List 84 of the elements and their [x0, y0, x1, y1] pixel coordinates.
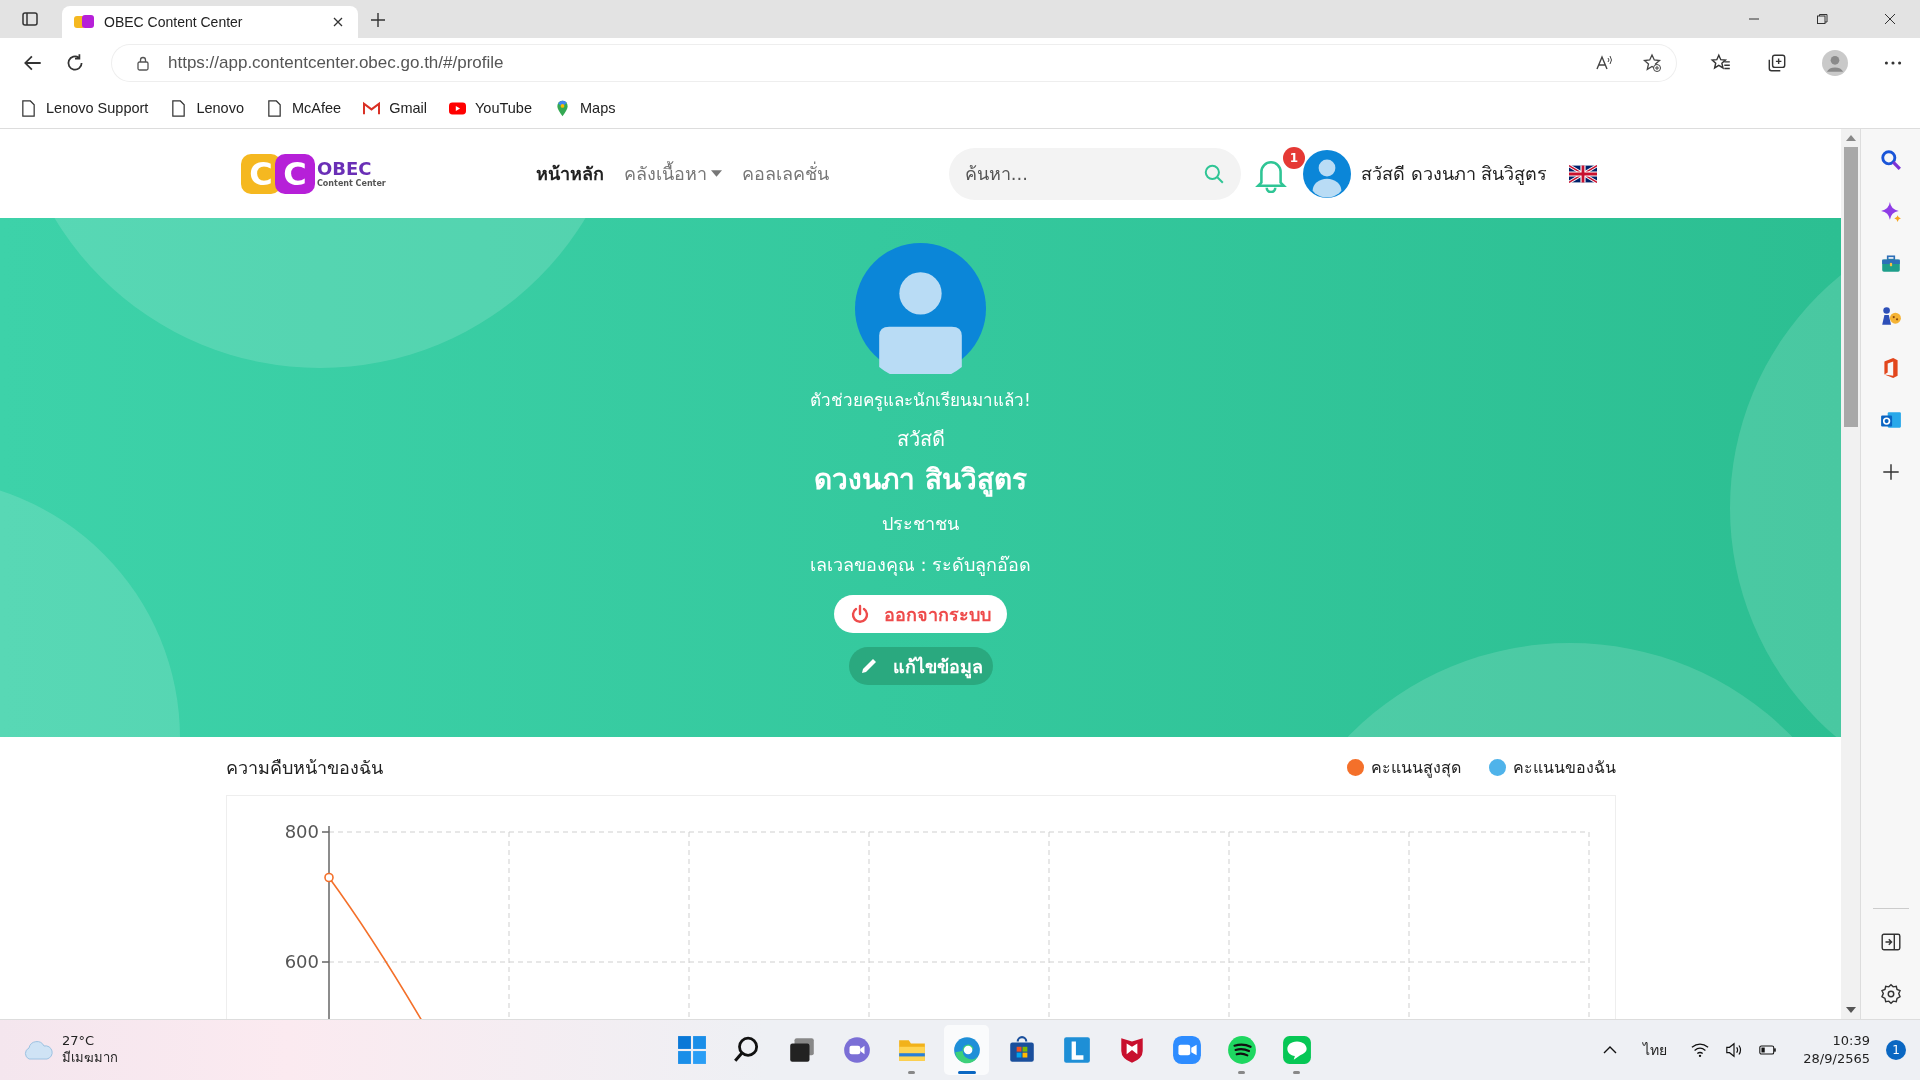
weather-condition: มีเมฆมาก	[62, 1050, 118, 1067]
windows-start-icon	[676, 1035, 707, 1065]
restore-icon[interactable]	[1816, 13, 1828, 25]
clock[interactable]: 10:39 28/9/2565	[1803, 1031, 1870, 1069]
scrollbar[interactable]	[1841, 129, 1861, 1019]
bookmark[interactable]: Maps	[554, 99, 616, 117]
weather-widget[interactable]: 27°C มีเมฆมาก	[22, 1033, 522, 1067]
logo-tagline: Content Center	[317, 179, 386, 188]
hello-text: สวัสดี	[896, 426, 945, 453]
add-favorite-icon[interactable]	[1642, 53, 1662, 73]
app-indicator	[908, 1071, 915, 1074]
cloud-icon	[22, 1039, 54, 1061]
video-chat-icon	[841, 1035, 872, 1065]
battery-icon[interactable]	[1759, 1042, 1778, 1058]
browser-icon	[951, 1035, 982, 1065]
tab-title: OBEC Content Center	[104, 14, 244, 30]
address-bar[interactable]: https://app.contentcenter.obec.go.th/#/profile	[112, 45, 1676, 81]
user-name: ดวงนภา สินวิสูตร	[814, 462, 1027, 499]
user-greeting[interactable]: สวัสดี ดวงนภา สินวิสูตร	[1360, 159, 1548, 188]
wifi-icon[interactable]	[1691, 1042, 1710, 1058]
page-icon	[170, 99, 188, 117]
tagline: ตัวช่วยครูและนักเรียนมาแล้ว!	[810, 389, 1031, 413]
sparkle-icon[interactable]	[1879, 201, 1902, 223]
close-window-icon[interactable]	[1884, 13, 1896, 25]
new-tab-icon[interactable]	[370, 12, 386, 28]
search-field[interactable]: ค้นหา...	[948, 147, 1241, 200]
logo-letter: C	[275, 153, 315, 194]
volume-icon[interactable]	[1725, 1042, 1744, 1058]
page-icon	[20, 99, 37, 117]
nav-link[interactable]: หน้าหลัก	[535, 159, 604, 188]
temperature: 27°C	[62, 1033, 96, 1050]
browser-tab[interactable]: OBEC Content Center	[62, 6, 358, 38]
time-text: 10:39	[1832, 1031, 1870, 1050]
page-icon	[265, 99, 283, 117]
axis-tick-label: 800	[284, 821, 319, 842]
caret-icon	[710, 170, 722, 177]
app-indicator	[1293, 1071, 1300, 1074]
hide-sidebar-icon[interactable]	[1879, 931, 1902, 953]
mail-icon	[363, 99, 381, 117]
legend-label: คะแนนของฉัน	[1513, 756, 1616, 779]
search-icon[interactable]	[1879, 149, 1902, 171]
profile-icon[interactable]	[1822, 50, 1848, 76]
url-text: https://app.contentcenter.obec.go.th/#/profile	[168, 53, 504, 73]
video-camera-icon	[1171, 1035, 1202, 1065]
game-controller-icon[interactable]	[1879, 305, 1902, 327]
collections-icon[interactable]	[1766, 52, 1788, 74]
tab-actions-icon[interactable]	[20, 9, 40, 29]
site-favicon-icon	[74, 15, 94, 29]
mail-app-icon[interactable]	[1879, 409, 1902, 431]
map-pin-icon	[554, 99, 571, 117]
axis-tick-label: 600	[284, 951, 319, 972]
avatar-icon	[855, 243, 986, 374]
nav-link[interactable]: คลังเนื้อหา	[623, 159, 722, 188]
logo-name: OBEC	[317, 159, 373, 178]
input-language[interactable]: ไทย	[1643, 1039, 1668, 1061]
date-text: 28/9/2565	[1803, 1050, 1870, 1068]
toolbox-icon[interactable]	[1879, 253, 1902, 275]
bookmark[interactable]: YouTube	[449, 99, 532, 117]
app-indicator	[957, 1071, 976, 1074]
nav-link[interactable]: คอลเลคชั่น	[741, 159, 829, 188]
close-tab-icon[interactable]	[332, 16, 344, 28]
scroll-down-icon[interactable]	[1845, 1007, 1856, 1013]
lock-icon	[136, 55, 150, 71]
notification-badge: 1	[1282, 146, 1305, 169]
chat-bubble-icon	[1281, 1035, 1312, 1065]
legend-label: คะแนนสูงสุด	[1371, 756, 1461, 780]
bookmark[interactable]: Lenovo Support	[20, 99, 149, 117]
notification-badge[interactable]: 1	[1886, 1040, 1906, 1060]
scroll-up-icon[interactable]	[1845, 135, 1856, 141]
user-role: ประชาชน	[882, 512, 959, 536]
power-icon	[850, 604, 870, 624]
avatar-icon[interactable]	[1302, 149, 1351, 198]
app-indicator	[1238, 1071, 1245, 1074]
language-flag-icon[interactable]	[1569, 164, 1598, 183]
bookmark[interactable]: McAfee	[265, 99, 342, 117]
scrollbar-thumb[interactable]	[1843, 147, 1858, 427]
bookmark[interactable]: Gmail	[363, 99, 427, 117]
music-app-icon	[1226, 1035, 1257, 1065]
bookmark[interactable]: Lenovo	[170, 99, 244, 117]
app-tile-icon	[1061, 1035, 1092, 1065]
section-title: ความคืบหน้าของฉัน	[226, 755, 383, 780]
settings-icon[interactable]	[1879, 983, 1902, 1005]
user-level: เลเวลของคุณ : ระดับลูกอ๊อด	[809, 553, 1032, 578]
logout-button[interactable]: ออกจากระบบ	[834, 595, 1007, 633]
